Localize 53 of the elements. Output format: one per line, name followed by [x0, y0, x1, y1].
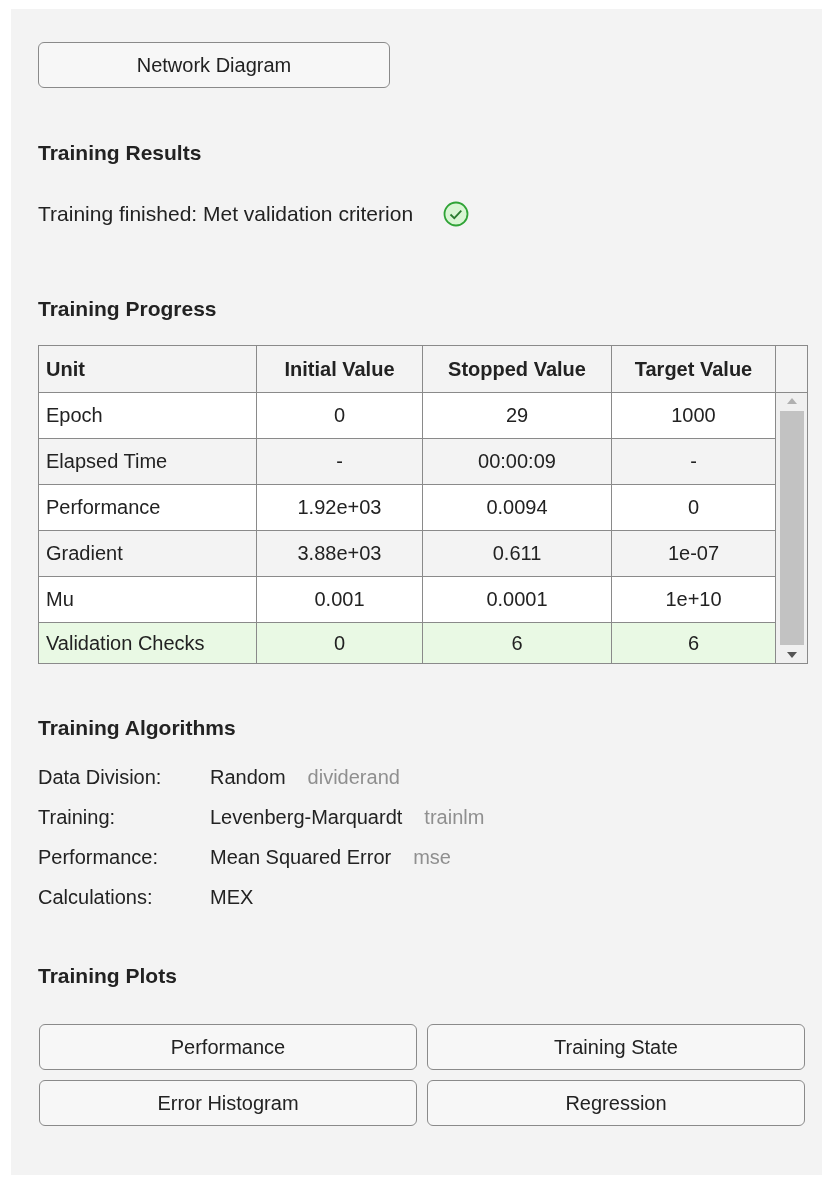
algorithm-label: Training:: [38, 806, 117, 829]
table-cell: Validation Checks: [39, 623, 257, 663]
column-header: Initial Value: [257, 346, 423, 393]
section-heading: Training Algorithms: [38, 716, 237, 740]
algorithm-label: Calculations:: [38, 886, 154, 909]
algorithm-value: Mean Squared Error: [210, 846, 392, 869]
table-cell: 1e+10: [612, 577, 776, 623]
table-cell: Gradient: [39, 531, 257, 577]
table-cell: 1000: [612, 393, 776, 439]
table-cell: -: [612, 439, 776, 485]
plot-button[interactable]: Regression: [427, 1080, 805, 1126]
check-circle-icon: [443, 201, 470, 227]
table-cell: 0.001: [257, 577, 423, 623]
table-cell: 00:00:09: [423, 439, 612, 485]
algorithm-value: MEX: [210, 886, 254, 909]
plot-button[interactable]: Error Histogram: [39, 1080, 417, 1126]
table-cell: 6: [612, 623, 776, 663]
table-cell: Elapsed Time: [39, 439, 257, 485]
plot-button[interactable]: Training State: [427, 1024, 805, 1070]
table-cell: 1.92e+03: [257, 485, 423, 531]
algorithm-label: Performance:: [38, 846, 160, 869]
table-cell: 0.611: [423, 531, 612, 577]
table-cell: Performance: [39, 485, 257, 531]
section-heading: Training Results: [38, 141, 203, 165]
table-cell: 0: [257, 623, 423, 663]
table-cell: 29: [423, 393, 612, 439]
scroll-down-icon[interactable]: [785, 651, 798, 659]
table-cell: Mu: [39, 577, 257, 623]
table-cell: 0: [612, 485, 776, 531]
status-message: Training finished: Met validation criterion: [38, 202, 414, 226]
table-cell: 1e-07: [612, 531, 776, 577]
network-diagram-button[interactable]: Network Diagram: [38, 42, 390, 88]
table-cell: 0.0094: [423, 485, 612, 531]
table-cell: -: [257, 439, 423, 485]
scroll-up-icon[interactable]: [785, 397, 798, 405]
algorithm-value: Random: [210, 766, 286, 789]
plot-button[interactable]: Performance: [39, 1024, 417, 1070]
table-cell: 6: [423, 623, 612, 663]
column-header: Stopped Value: [423, 346, 612, 393]
column-header: Unit: [39, 346, 257, 393]
table-cell: Epoch: [39, 393, 257, 439]
function-name: dividerand: [307, 766, 400, 789]
function-name: mse: [413, 846, 451, 869]
table-cell: 0.0001: [423, 577, 612, 623]
algorithm-value: Levenberg-Marquardt: [210, 806, 403, 829]
function-name: trainlm: [424, 806, 485, 829]
algorithm-label: Data Division:: [38, 766, 163, 789]
section-heading: Training Plots: [38, 964, 178, 988]
section-heading: Training Progress: [38, 297, 218, 321]
table-cell: 0: [257, 393, 423, 439]
table-cell: 3.88e+03: [257, 531, 423, 577]
column-header: Target Value: [612, 346, 776, 393]
scrollbar[interactable]: [776, 393, 807, 663]
